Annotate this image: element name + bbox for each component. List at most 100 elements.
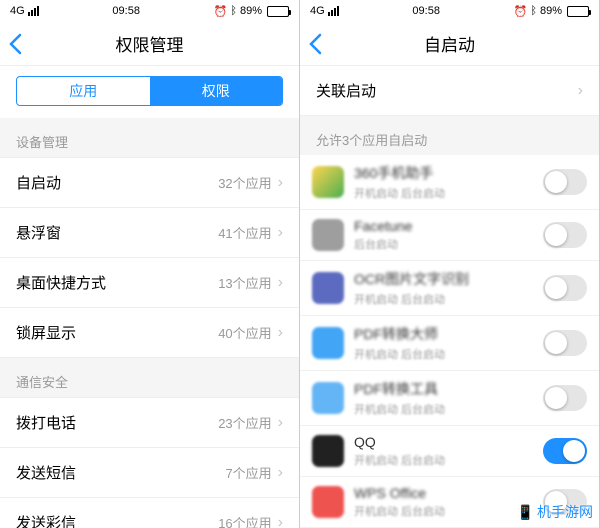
battery-icon	[567, 6, 589, 17]
status-time: 09:58	[112, 5, 140, 17]
status-bar: 4G 09:58 ⏰ ᛒ 89%	[0, 0, 299, 22]
chevron-right-icon: ›	[578, 82, 583, 100]
settings-cell[interactable]: 拨打电话 23个应用 ›	[0, 397, 299, 448]
watermark: 📱 机手游网	[517, 502, 593, 522]
app-sub: 开机启动 后台启动	[354, 185, 533, 201]
cell-value: 16个应用	[218, 513, 271, 528]
settings-cell[interactable]: 发送彩信16个应用›	[0, 498, 299, 528]
cell-title: 拨打电话	[16, 412, 76, 433]
cell-value: 7个应用	[225, 463, 271, 482]
network-label: 4G	[10, 5, 25, 17]
cell-title: 发送彩信	[16, 512, 76, 528]
bluetooth-icon: ᛒ	[230, 5, 237, 17]
chevron-right-icon: ›	[278, 224, 283, 242]
cell-title: 发送短信	[16, 462, 76, 483]
app-name: 360手机助手	[354, 163, 533, 183]
app-icon	[312, 327, 344, 359]
section-header-device: 设备管理	[0, 118, 299, 157]
watermark-icon: 📱	[517, 504, 534, 521]
allow-header: 允许3个应用自启动	[300, 116, 599, 155]
chevron-right-icon: ›	[278, 274, 283, 292]
autostart-toggle[interactable]	[543, 385, 587, 411]
link-row-associated[interactable]: 关联启动 ›	[300, 66, 599, 116]
app-text: OCR图片文字识别开机启动 后台启动	[354, 269, 533, 307]
app-row[interactable]: Facetune后台启动	[300, 210, 599, 261]
cell-value: 40个应用	[218, 323, 271, 342]
autostart-toggle[interactable]	[543, 438, 587, 464]
nav-bar: 权限管理	[0, 22, 299, 66]
link-row-label: 关联启动	[316, 80, 376, 101]
status-bar: 4G 09:58 ⏰ ᛒ 89%	[300, 0, 599, 22]
app-name: WPS Office	[354, 485, 533, 501]
app-row[interactable]: 360手机助手开机启动 后台启动	[300, 155, 599, 210]
autostart-toggle[interactable]	[543, 275, 587, 301]
app-icon	[312, 166, 344, 198]
phone-left: 4G 09:58 ⏰ ᛒ 89% 权限管理 应用 权限 设备管理 自启动 32个应…	[0, 0, 300, 528]
app-icon	[312, 382, 344, 414]
battery-pct: 89%	[240, 5, 262, 17]
app-list: 360手机助手开机启动 后台启动Facetune后台启动OCR图片文字识别开机启…	[300, 155, 599, 528]
section-header-comm: 通信安全	[0, 358, 299, 397]
phone-right: 4G 09:58 ⏰ ᛒ 89% 自启动 关联启动 › 允许3个应用自启动 36…	[300, 0, 600, 528]
segment-permission[interactable]: 权限	[150, 77, 283, 105]
chevron-right-icon: ›	[278, 174, 283, 192]
cell-title: 悬浮窗	[16, 222, 61, 243]
alarm-icon: ⏰	[214, 5, 228, 18]
app-icon	[312, 219, 344, 251]
settings-list: 设备管理 自启动32个应用›悬浮窗41个应用›桌面快捷方式13个应用›锁屏显示4…	[0, 118, 299, 528]
segment-app[interactable]: 应用	[17, 77, 150, 105]
app-icon	[312, 486, 344, 518]
app-sub: 开机启动 后台启动	[354, 503, 533, 519]
autostart-toggle[interactable]	[543, 330, 587, 356]
chevron-left-icon	[308, 33, 322, 55]
back-button[interactable]	[8, 33, 22, 55]
app-name: QQ	[354, 434, 533, 450]
cell-value: 13个应用	[218, 273, 271, 292]
segment-control: 应用 权限	[16, 76, 283, 106]
chevron-left-icon	[8, 33, 22, 55]
settings-cell[interactable]: 自启动 32个应用 ›	[0, 157, 299, 208]
cell-title: 自启动	[16, 172, 61, 193]
back-button[interactable]	[308, 33, 322, 55]
chevron-right-icon: ›	[278, 414, 283, 432]
app-name: PDF转换工具	[354, 379, 533, 399]
app-row[interactable]: QQ 开机启动 后台启动	[300, 426, 599, 477]
app-row[interactable]: OCR图片文字识别开机启动 后台启动	[300, 261, 599, 316]
status-time: 09:58	[412, 5, 440, 17]
settings-cell[interactable]: 发送短信7个应用›	[0, 448, 299, 498]
app-text: WPS Office 开机启动 后台启动	[354, 485, 533, 519]
battery-pct: 89%	[540, 5, 562, 17]
settings-cell[interactable]: 悬浮窗 41个应用 ›	[0, 208, 299, 258]
app-sub: 开机启动 后台启动	[354, 452, 533, 468]
app-name: Facetune	[354, 218, 533, 234]
alarm-icon: ⏰	[514, 5, 528, 18]
page-title: 权限管理	[0, 31, 299, 56]
app-name: OCR图片文字识别	[354, 269, 533, 289]
app-icon	[312, 435, 344, 467]
cell-value: 23个应用	[218, 413, 271, 432]
watermark-text: 机手游网	[537, 502, 593, 522]
settings-cell[interactable]: 锁屏显示40个应用›	[0, 308, 299, 358]
autostart-toggle[interactable]	[543, 169, 587, 195]
segment-control-wrap: 应用 权限	[0, 66, 299, 118]
nav-bar: 自启动	[300, 22, 599, 66]
chevron-right-icon: ›	[278, 324, 283, 342]
cell-value: 41个应用	[218, 223, 271, 242]
app-name: PDF转换大师	[354, 324, 533, 344]
app-text: PDF转换大师开机启动 后台启动	[354, 324, 533, 362]
autostart-toggle[interactable]	[543, 222, 587, 248]
app-sub: 开机启动 后台启动	[354, 291, 533, 307]
cell-value: 32个应用	[218, 173, 271, 192]
signal-icon	[28, 6, 39, 16]
app-row[interactable]: PDF转换工具开机启动 后台启动	[300, 371, 599, 426]
battery-icon	[267, 6, 289, 17]
network-label: 4G	[310, 5, 325, 17]
app-sub: 开机启动 后台启动	[354, 401, 533, 417]
cell-title: 桌面快捷方式	[16, 272, 106, 293]
app-text: QQ 开机启动 后台启动	[354, 434, 533, 468]
app-row[interactable]: PDF转换大师开机启动 后台启动	[300, 316, 599, 371]
app-icon	[312, 272, 344, 304]
signal-icon	[328, 6, 339, 16]
app-text: 360手机助手开机启动 后台启动	[354, 163, 533, 201]
settings-cell[interactable]: 桌面快捷方式 13个应用 ›	[0, 258, 299, 308]
